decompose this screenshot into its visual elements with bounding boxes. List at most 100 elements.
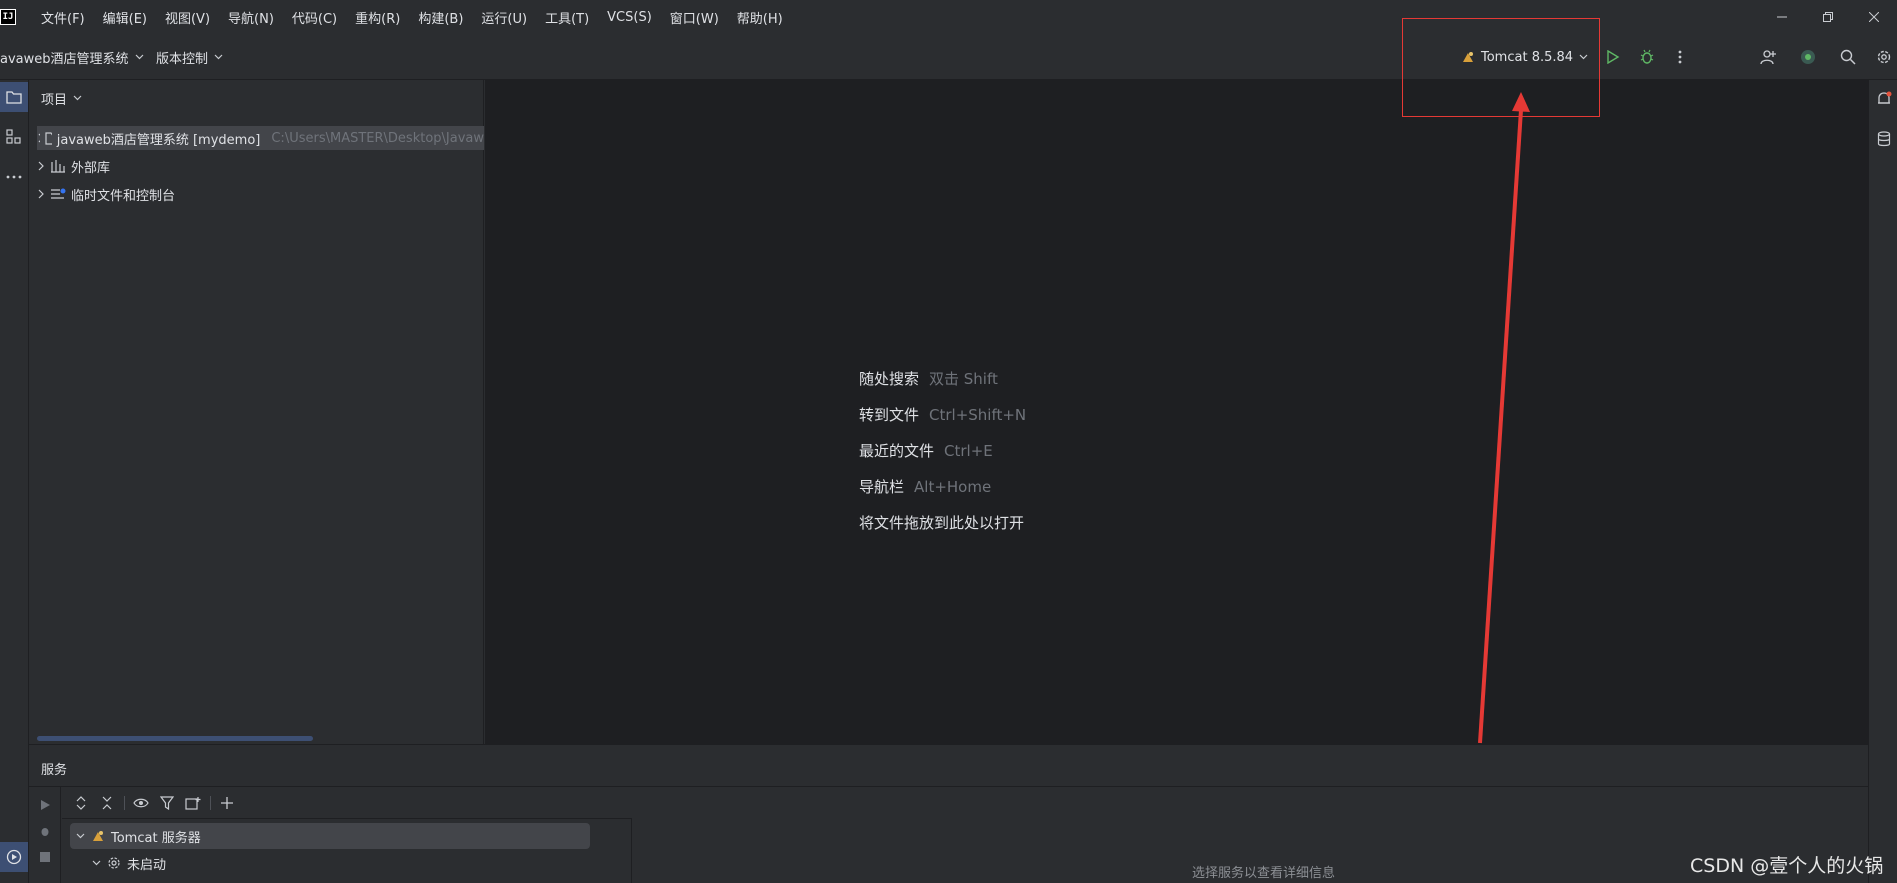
services-stop-button[interactable]	[37, 849, 53, 865]
chevron-down-icon	[92, 860, 101, 866]
vcs-label: 版本控制	[156, 51, 209, 67]
code-with-me-icon	[1801, 50, 1815, 64]
restore-button[interactable]	[1805, 0, 1851, 34]
tree-item-project-root[interactable]: javaweb酒店管理系统 [mydemo] C:\Users\MASTER\D…	[37, 126, 484, 150]
project-panel-title: 项目	[41, 92, 68, 108]
hint-goto-file: 转到文件 Ctrl+Shift+N	[859, 404, 1026, 425]
debug-button[interactable]	[1636, 46, 1658, 68]
menu-run[interactable]: 运行(U)	[472, 8, 536, 27]
collapse-all-icon	[102, 796, 112, 810]
eye-icon	[133, 798, 149, 808]
more-icon	[1678, 50, 1682, 64]
code-with-me-button[interactable]	[1757, 46, 1779, 68]
hint-navigation-bar: 导航栏 Alt+Home	[859, 476, 991, 497]
tree-item-external-libraries[interactable]: 外部库	[37, 154, 110, 178]
database-icon	[1877, 131, 1891, 147]
services-panel: 服务 Tomcat 服务器 未启动 选择服务以查看详细信息	[29, 744, 1868, 883]
minimize-button[interactable]	[1759, 0, 1805, 34]
menu-window[interactable]: 窗口(W)	[661, 8, 728, 27]
project-name: avaweb酒店管理系统	[0, 51, 129, 67]
services-icon	[6, 849, 22, 865]
expand-all-button[interactable]	[72, 794, 90, 812]
menu-navigate[interactable]: 导航(N)	[219, 8, 283, 27]
service-detail-placeholder: 选择服务以查看详细信息	[1192, 866, 1336, 881]
run-icon	[1607, 50, 1620, 64]
hint-shortcut: 双击 Shift	[929, 370, 998, 388]
run-button[interactable]	[1602, 46, 1624, 68]
project-panel-header[interactable]: 项目	[41, 88, 82, 108]
hint-label: 转到文件	[859, 406, 920, 424]
chevron-down-icon	[135, 54, 143, 60]
chevron-down-icon	[76, 833, 85, 839]
project-switcher[interactable]: avaweb酒店管理系统	[0, 34, 144, 80]
menu-tools[interactable]: 工具(T)	[536, 8, 598, 27]
vcs-widget[interactable]: 版本控制	[156, 34, 223, 80]
menu-help[interactable]: 帮助(H)	[728, 8, 792, 27]
project-tool-button[interactable]	[0, 82, 28, 112]
tree-item-scratches[interactable]: 临时文件和控制台	[37, 182, 175, 206]
project-panel: 项目 javaweb酒店管理系统 [mydemo] C:\Users\MASTE…	[29, 80, 484, 744]
services-title: 服务	[41, 763, 68, 778]
more-tools-button[interactable]	[0, 162, 28, 192]
menu-refactor[interactable]: 重构(R)	[346, 8, 409, 27]
window-controls	[1759, 0, 1897, 34]
filter-icon	[160, 796, 174, 810]
new-group-button[interactable]	[184, 794, 202, 812]
chevron-right-icon	[38, 161, 44, 171]
services-tree: Tomcat 服务器 未启动	[62, 819, 632, 883]
add-service-button[interactable]	[218, 794, 236, 812]
bell-icon	[1878, 91, 1892, 104]
editor-area: 随处搜索 双击 Shift 转到文件 Ctrl+Shift+N 最近的文件 Ctrl+…	[485, 80, 1868, 744]
expand-all-icon	[76, 796, 86, 810]
structure-icon	[6, 129, 21, 144]
hint-label: 最近的文件	[859, 442, 935, 460]
collapse-all-button[interactable]	[98, 794, 116, 812]
menu-code[interactable]: 代码(C)	[283, 8, 346, 27]
menu-bar: IJ 文件(F) 编辑(E) 视图(V) 导航(N) 代码(C) 重构(R) 构…	[0, 0, 1897, 34]
menu-view[interactable]: 视图(V)	[156, 8, 219, 27]
settings-button[interactable]	[1873, 46, 1895, 68]
tree-item-label: 临时文件和控制台	[71, 188, 176, 204]
services-side-toolbar	[29, 787, 61, 883]
left-tool-strip	[0, 80, 29, 883]
ai-assistant-button[interactable]	[1797, 46, 1819, 68]
right-tool-strip	[1868, 80, 1897, 883]
tree-item-label: 外部库	[71, 160, 111, 176]
service-item-tomcat-server[interactable]: Tomcat 服务器	[70, 823, 590, 849]
scratches-icon	[51, 188, 66, 199]
services-tool-button[interactable]	[0, 842, 28, 872]
search-everywhere-button[interactable]	[1837, 46, 1859, 68]
services-debug-button[interactable]	[37, 823, 53, 839]
hint-recent-files: 最近的文件 Ctrl+E	[859, 440, 993, 461]
services-run-button[interactable]	[37, 797, 53, 813]
menu-build[interactable]: 构建(B)	[409, 8, 472, 27]
service-item-not-started[interactable]: 未启动	[92, 850, 166, 876]
chevron-down-icon	[214, 54, 223, 60]
app-logo: IJ	[0, 9, 16, 25]
close-button[interactable]	[1851, 0, 1897, 34]
hint-search-everywhere: 随处搜索 双击 Shift	[859, 368, 998, 389]
structure-tool-button[interactable]	[0, 122, 28, 152]
menu-file[interactable]: 文件(F)	[32, 8, 94, 27]
chevron-down-icon	[73, 95, 82, 101]
chevron-right-icon	[38, 133, 41, 143]
watermark: CSDN @壹个人的火锅	[1690, 855, 1884, 877]
hint-label: 将文件拖放到此处以打开	[859, 514, 1025, 532]
annotation-highlight-box	[1402, 18, 1600, 117]
horizontal-scrollbar[interactable]	[37, 736, 313, 741]
menu-vcs[interactable]: VCS(S)	[598, 10, 661, 25]
view-options-button[interactable]	[132, 794, 150, 812]
plus-icon	[221, 797, 233, 809]
menu-edit[interactable]: 编辑(E)	[94, 8, 156, 27]
notifications-button[interactable]	[1870, 84, 1897, 114]
more-actions-button[interactable]	[1669, 46, 1691, 68]
database-button[interactable]	[1870, 124, 1897, 154]
main-toolbar: avaweb酒店管理系统 版本控制 Tomcat 8.5.84	[0, 34, 1897, 80]
service-item-label: 未启动	[127, 857, 167, 873]
filter-button[interactable]	[158, 794, 176, 812]
add-user-icon	[1760, 50, 1776, 65]
settings-icon	[1877, 50, 1891, 64]
tree-item-path: C:\Users\MASTER\Desktop\Javaw	[271, 130, 484, 146]
toolbar-separator	[210, 796, 211, 810]
service-item-label: Tomcat 服务器	[111, 830, 201, 846]
